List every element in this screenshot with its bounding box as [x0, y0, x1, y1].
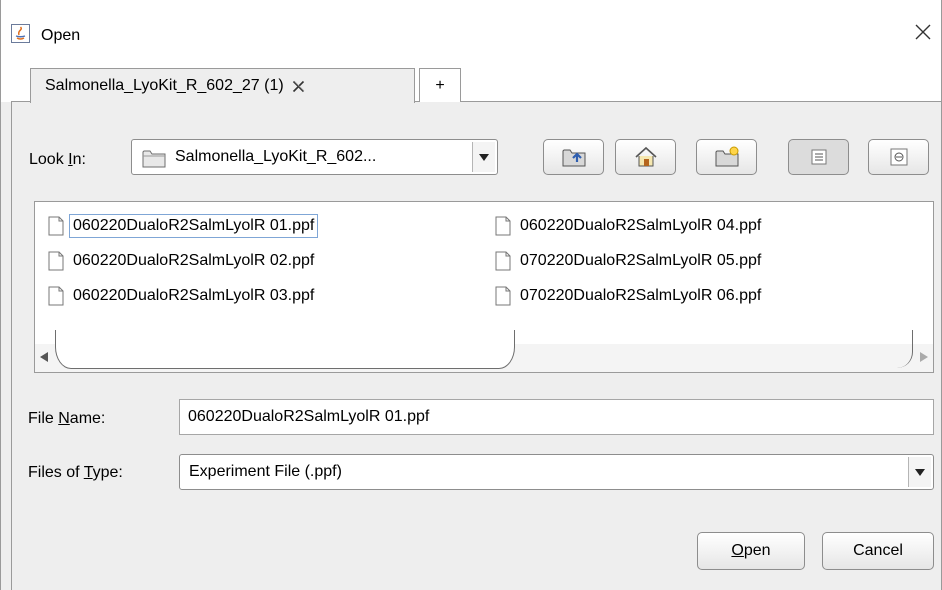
file-list[interactable]: 060220DualoR2SalmLyolR 01.ppf 060220Dual…	[34, 201, 934, 373]
list-item[interactable]: 060220DualoR2SalmLyolR 02.ppf	[48, 247, 314, 275]
java-icon	[11, 24, 30, 43]
scroll-left-button[interactable]	[37, 350, 51, 364]
file-name-label: File Name:	[28, 410, 106, 427]
new-folder-button[interactable]	[696, 139, 757, 175]
file-icon	[48, 251, 64, 271]
add-tab-label: +	[435, 76, 445, 94]
cancel-button-label: Cancel	[853, 542, 903, 559]
panel-left-border	[11, 101, 12, 590]
chevron-down-icon	[915, 468, 925, 476]
file-name-value: 060220DualoR2SalmLyolR 01.ppf	[188, 408, 430, 425]
tab-label: Salmonella_LyoKit_R_602_27 (1)	[45, 77, 284, 94]
file-icon	[495, 216, 511, 236]
close-icon[interactable]	[913, 22, 933, 42]
file-type-dropdown-arrow[interactable]	[908, 457, 931, 487]
file-icon	[495, 286, 511, 306]
tab-experiment[interactable]: Salmonella_LyoKit_R_602_27 (1)	[30, 68, 415, 103]
file-icon	[48, 286, 64, 306]
file-icon	[495, 251, 511, 271]
tab-add[interactable]: +	[419, 68, 461, 102]
list-view-icon	[811, 149, 826, 165]
arrow-left-icon	[40, 352, 48, 362]
horizontal-scrollbar[interactable]	[35, 330, 933, 372]
file-icon	[48, 216, 64, 236]
new-folder-icon	[715, 146, 738, 167]
scroll-right-button[interactable]	[917, 350, 931, 364]
scrollbar-track-end	[884, 330, 913, 368]
arrow-right-icon	[920, 352, 928, 362]
look-in-dropdown-arrow[interactable]	[472, 142, 495, 172]
look-in-value: Salmonella_LyoKit_R_602...	[175, 148, 377, 165]
look-in-combo[interactable]: Salmonella_LyoKit_R_602...	[131, 139, 498, 175]
file-type-combo[interactable]: Experiment File (.ppf)	[179, 454, 934, 490]
list-item[interactable]: 060220DualoR2SalmLyolR 04.ppf	[495, 212, 761, 240]
folder-icon	[142, 150, 166, 168]
home-button[interactable]	[615, 139, 676, 175]
tab-close-icon[interactable]	[292, 80, 305, 93]
look-in-label: Look In:	[29, 151, 86, 168]
list-item[interactable]: 060220DualoR2SalmLyolR 01.ppf	[48, 212, 319, 240]
window-title: Open	[41, 27, 81, 44]
home-icon	[634, 146, 657, 167]
details-view-button[interactable]	[868, 139, 929, 175]
open-button[interactable]: Open	[697, 532, 805, 570]
title-bar: Open	[1, 0, 941, 66]
up-one-level-icon	[562, 149, 585, 167]
file-type-value: Experiment File (.ppf)	[189, 463, 342, 480]
file-name-field[interactable]: 060220DualoR2SalmLyolR 01.ppf	[179, 399, 934, 435]
up-one-level-button[interactable]	[543, 139, 604, 175]
scrollbar-thumb[interactable]	[55, 330, 515, 369]
list-item[interactable]: 070220DualoR2SalmLyolR 06.ppf	[495, 282, 761, 310]
cancel-button[interactable]: Cancel	[822, 532, 934, 570]
details-view-icon	[890, 148, 907, 166]
list-item[interactable]: 060220DualoR2SalmLyolR 03.ppf	[48, 282, 314, 310]
open-dialog: Open Salmonella_LyoKit_R_602_27 (1) + Lo…	[0, 0, 942, 590]
chevron-down-icon	[479, 153, 489, 161]
file-type-label: Files of Type:	[28, 464, 123, 481]
list-item[interactable]: 070220DualoR2SalmLyolR 05.ppf	[495, 247, 761, 275]
list-view-button[interactable]	[788, 139, 849, 175]
open-button-label: Open	[731, 542, 771, 559]
